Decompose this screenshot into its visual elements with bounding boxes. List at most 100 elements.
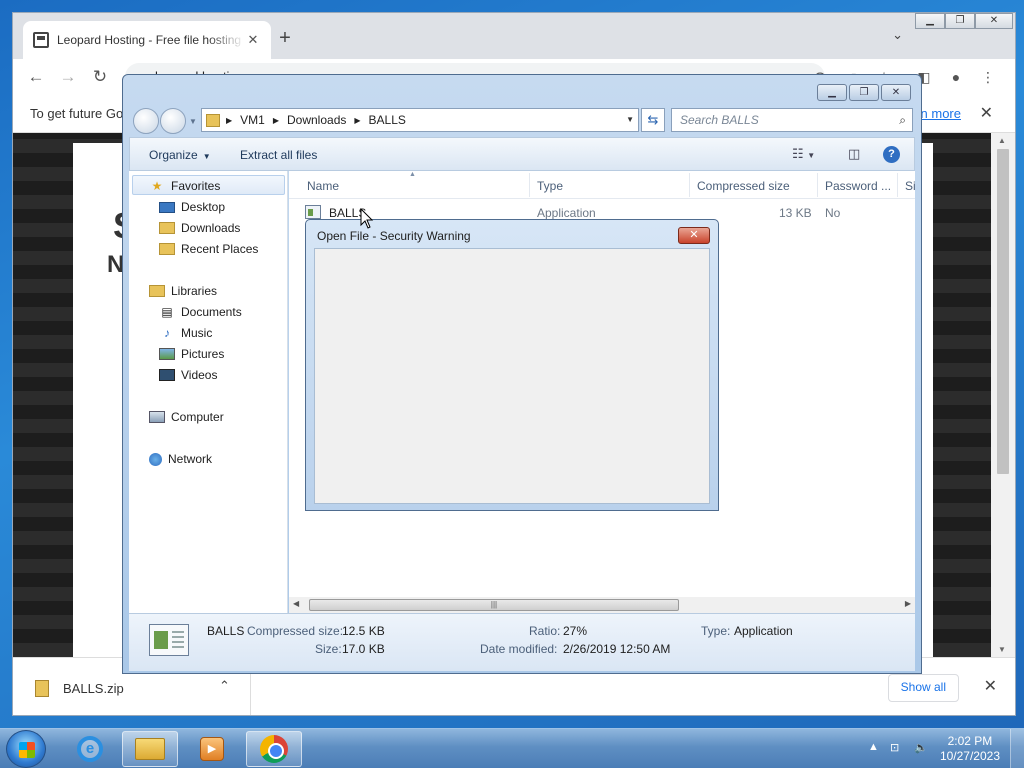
nav-network-label: Network	[168, 452, 213, 466]
page-scrollbar[interactable]: ▲ ▼	[991, 133, 1015, 657]
refresh-icon[interactable]: ⇆	[641, 108, 665, 132]
tab-close-icon[interactable]: ✕	[245, 32, 261, 48]
new-tab-button[interactable]: +	[275, 27, 295, 50]
clock[interactable]: 2:02 PM 10/27/2023	[940, 734, 1000, 764]
browser-tab[interactable]: Leopard Hosting - Free file hosting ✕	[23, 21, 271, 59]
column-password[interactable]: Password ...	[825, 179, 891, 193]
horizontal-scrollbar[interactable]: ◀ ||| ▶	[289, 597, 915, 613]
view-options-icon[interactable]: ☷ ▼	[792, 146, 815, 162]
download-filename: BALLS.zip	[63, 681, 124, 696]
nav-libraries[interactable]: Libraries	[149, 284, 217, 298]
dialog-body	[314, 248, 710, 504]
scroll-right-icon[interactable]: ▶	[905, 599, 911, 608]
network-tray-icon[interactable]: ⊡	[890, 741, 899, 754]
dialog-close-button[interactable]: ✕	[678, 227, 710, 244]
learn-more-link[interactable]: n more	[921, 106, 961, 121]
nav-computer-label: Computer	[171, 410, 224, 424]
horizontal-scroll-thumb[interactable]: |||	[309, 599, 679, 611]
taskbar-explorer[interactable]	[122, 731, 178, 767]
explorer-minimize-button[interactable]: ▁	[817, 84, 847, 101]
volume-muted-icon[interactable]: 🔈	[914, 741, 928, 754]
column-compressed-size[interactable]: Compressed size	[697, 179, 790, 193]
details-size-value: 17.0 KB	[342, 642, 385, 656]
chevron-up-icon[interactable]: ⌃	[219, 678, 230, 694]
column-size[interactable]: Si	[905, 179, 915, 193]
close-window-button[interactable]: ✕	[975, 13, 1013, 29]
organize-label: Organize	[149, 148, 198, 162]
profile-icon[interactable]: ●	[947, 69, 965, 85]
file-compressed-size: 13 KB	[779, 206, 812, 220]
explorer-forward-button[interactable]	[160, 108, 186, 134]
search-icon[interactable]: ⌕	[899, 113, 906, 128]
column-type[interactable]: Type	[537, 179, 563, 193]
nav-pictures[interactable]: Pictures	[159, 347, 224, 361]
history-dropdown-icon[interactable]: ▼	[189, 117, 197, 126]
show-desktop-button[interactable]	[1010, 729, 1024, 768]
media-player-icon: ▶	[200, 737, 224, 761]
nav-favorites[interactable]: ★ Favorites	[149, 179, 221, 193]
nav-desktop[interactable]: Desktop	[159, 200, 225, 214]
breadcrumb-arrow-icon[interactable]: ▶	[226, 116, 232, 125]
nav-recent-places[interactable]: Recent Places	[159, 242, 258, 256]
details-ratio-label: Ratio:	[529, 624, 561, 638]
chrome-icon	[260, 735, 288, 763]
breadcrumb-downloads[interactable]: Downloads	[287, 113, 346, 127]
help-icon[interactable]: ?	[883, 146, 900, 163]
scroll-up-icon[interactable]: ▲	[998, 136, 1006, 145]
minimize-button[interactable]: ▁	[915, 13, 945, 29]
explorer-back-button[interactable]	[133, 108, 159, 134]
music-icon: ♪	[164, 326, 170, 340]
explorer-close-button[interactable]: ✕	[881, 84, 911, 101]
scroll-thumb[interactable]	[997, 149, 1009, 474]
back-icon[interactable]: ←	[25, 67, 47, 87]
clock-time: 2:02 PM	[947, 734, 993, 748]
extract-all-button[interactable]: Extract all files	[240, 148, 317, 162]
taskbar-media-player[interactable]: ▶	[184, 731, 240, 767]
tab-search-icon[interactable]: ⌄	[892, 27, 903, 43]
taskbar-internet-explorer[interactable]: e	[62, 731, 118, 767]
menu-icon[interactable]: ⋮	[979, 69, 997, 86]
nav-network[interactable]: Network	[149, 452, 212, 466]
address-dropdown-icon[interactable]: ▼	[626, 115, 634, 124]
breadcrumb-arrow-icon[interactable]: ▶	[354, 116, 360, 125]
column-divider[interactable]	[897, 173, 898, 197]
file-thumbnail-icon	[149, 624, 189, 656]
reload-icon[interactable]: ↻	[89, 67, 111, 87]
nav-downloads-label: Downloads	[181, 221, 241, 235]
start-button[interactable]	[6, 730, 46, 768]
info-bar-close-icon[interactable]: ✕	[980, 103, 993, 123]
command-bar: Organize ▼ Extract all files ☷ ▼ ◫ ?	[129, 137, 915, 171]
breadcrumb-arrow-icon[interactable]: ▶	[273, 116, 279, 125]
nav-documents[interactable]: ▤ Documents	[159, 305, 241, 319]
nav-downloads[interactable]: Downloads	[159, 221, 240, 235]
breadcrumb-vm1[interactable]: VM1	[240, 113, 265, 127]
scroll-left-icon[interactable]: ◀	[293, 599, 299, 608]
organize-button[interactable]: Organize ▼	[149, 148, 211, 162]
details-size-label: Size:	[315, 642, 342, 656]
column-divider[interactable]	[689, 173, 690, 197]
search-input[interactable]: Search BALLS ⌕	[671, 108, 913, 132]
nav-computer[interactable]: Computer	[149, 410, 224, 424]
desktop-icon	[159, 201, 175, 213]
file-password: No	[825, 206, 841, 220]
sort-ascending-icon: ▲	[409, 171, 416, 178]
forward-icon[interactable]: →	[57, 67, 79, 87]
preview-pane-icon[interactable]: ◫	[848, 146, 860, 162]
application-icon	[305, 205, 321, 219]
taskbar-chrome[interactable]	[246, 731, 302, 767]
download-bar-close-icon[interactable]: ✕	[984, 676, 997, 696]
maximize-button[interactable]: ❐	[945, 13, 975, 29]
tray-expand-icon[interactable]: ▲	[868, 741, 879, 753]
nav-music[interactable]: ♪ Music	[159, 326, 212, 340]
scroll-down-icon[interactable]: ▼	[998, 645, 1006, 654]
column-divider[interactable]	[817, 173, 818, 197]
explorer-address-bar[interactable]: ▶ VM1 ▶ Downloads ▶ BALLS ▼	[201, 108, 639, 132]
nav-videos[interactable]: Videos	[159, 368, 217, 382]
show-all-button[interactable]: Show all	[887, 674, 959, 702]
explorer-maximize-button[interactable]: ❐	[849, 84, 879, 101]
column-divider[interactable]	[529, 173, 530, 197]
column-name[interactable]: Name	[307, 179, 339, 193]
internet-explorer-icon: e	[77, 736, 103, 762]
tab-strip: Leopard Hosting - Free file hosting ✕ + …	[13, 13, 1015, 59]
breadcrumb-balls[interactable]: BALLS	[369, 113, 406, 127]
